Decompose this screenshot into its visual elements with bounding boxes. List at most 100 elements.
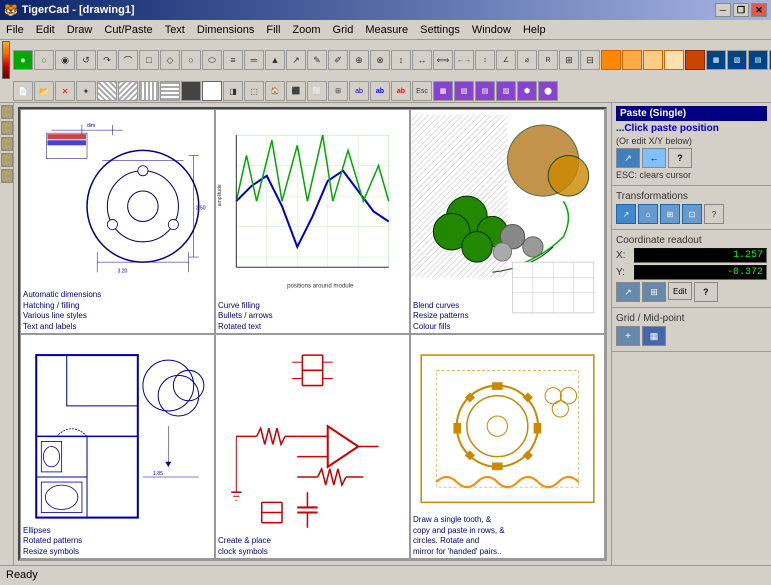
- tb2-sym2[interactable]: ⬛: [286, 81, 306, 101]
- tb2-hatch4[interactable]: [160, 81, 180, 101]
- trans-btn-4[interactable]: ⊡: [682, 204, 702, 224]
- tb-oval[interactable]: ⬭: [202, 50, 222, 70]
- tb-triangle[interactable]: ▲: [265, 50, 285, 70]
- tb2-white[interactable]: [202, 81, 222, 101]
- tb-dots1[interactable]: ▦: [706, 50, 726, 70]
- trans-btn-2[interactable]: ⌂: [638, 204, 658, 224]
- paste-question-btn[interactable]: ?: [668, 148, 692, 168]
- tb2-fill1[interactable]: ◨: [223, 81, 243, 101]
- menu-dimensions[interactable]: Dimensions: [191, 22, 260, 38]
- tb-dim1[interactable]: ←→: [454, 50, 474, 70]
- trans-btn-1[interactable]: ↗: [616, 204, 636, 224]
- tb-circle-outline[interactable]: ○: [34, 50, 54, 70]
- tb2-sym9[interactable]: ▦: [433, 81, 453, 101]
- tb-target[interactable]: ◉: [55, 50, 75, 70]
- strip-btn-2[interactable]: [1, 121, 13, 135]
- tb-dots3[interactable]: ▤: [748, 50, 768, 70]
- coord-btn-2[interactable]: ⊞: [642, 282, 666, 302]
- tb-cross[interactable]: ⊗: [370, 50, 390, 70]
- tb-pattern2[interactable]: [622, 50, 642, 70]
- tb2-symB[interactable]: ▤: [475, 81, 495, 101]
- tb-dim4[interactable]: ⌀: [517, 50, 537, 70]
- coord-edit-btn[interactable]: Edit: [668, 282, 692, 300]
- menu-grid[interactable]: Grid: [327, 22, 360, 38]
- menu-draw[interactable]: Draw: [61, 22, 99, 38]
- menu-text[interactable]: Text: [159, 22, 191, 38]
- tb-rect[interactable]: □: [139, 50, 159, 70]
- menu-settings[interactable]: Settings: [414, 22, 466, 38]
- tb-select[interactable]: ●: [13, 50, 33, 70]
- tb2-sym8[interactable]: Esc: [412, 81, 432, 101]
- tb-dbl-line[interactable]: ═: [244, 50, 264, 70]
- strip-btn-1[interactable]: [1, 105, 13, 119]
- tb2-symE[interactable]: ⬤: [538, 81, 558, 101]
- tb-arrows[interactable]: ⟺: [433, 50, 453, 70]
- menu-file[interactable]: File: [0, 22, 30, 38]
- tb-arrow[interactable]: ↗: [286, 50, 306, 70]
- tb-vert[interactable]: ↕: [391, 50, 411, 70]
- tb-pattern3[interactable]: [643, 50, 663, 70]
- paste-left-btn[interactable]: ←: [642, 148, 666, 168]
- tb-redo[interactable]: ↷: [97, 50, 117, 70]
- tb2-solid[interactable]: [181, 81, 201, 101]
- tb-arc[interactable]: ⌒: [118, 50, 138, 70]
- tb2-cross[interactable]: ✦: [76, 81, 96, 101]
- tb2-save[interactable]: ✕: [55, 81, 75, 101]
- menu-cutpaste[interactable]: Cut/Paste: [98, 22, 158, 38]
- tb-dim5[interactable]: R: [538, 50, 558, 70]
- close-btn[interactable]: ✕: [751, 3, 767, 17]
- menu-bar: File Edit Draw Cut/Paste Text Dimensions…: [0, 20, 771, 40]
- tb2-hatch[interactable]: [97, 81, 117, 101]
- tb-lines[interactable]: ≡: [223, 50, 243, 70]
- tb-grid2[interactable]: ⊟: [580, 50, 600, 70]
- tb2-sym3[interactable]: ⬜: [307, 81, 327, 101]
- tb-horiz[interactable]: ↔: [412, 50, 432, 70]
- minimize-btn[interactable]: ─: [715, 3, 731, 17]
- tb2-new[interactable]: 📄: [13, 81, 33, 101]
- restore-btn[interactable]: ❐: [733, 3, 749, 17]
- strip-btn-5[interactable]: [1, 169, 13, 183]
- canvas-cell-2: positions around module amplitude Curve …: [215, 109, 410, 334]
- menu-window[interactable]: Window: [466, 22, 517, 38]
- grid-btn-1[interactable]: +: [616, 326, 640, 346]
- grid-btn-2[interactable]: ▦: [642, 326, 666, 346]
- tb2-sym4[interactable]: ⊞: [328, 81, 348, 101]
- tb-dots2[interactable]: ▧: [727, 50, 747, 70]
- strip-btn-4[interactable]: [1, 153, 13, 167]
- tb2-sym5[interactable]: ab: [349, 81, 369, 101]
- menu-edit[interactable]: Edit: [30, 22, 61, 38]
- tb-undo[interactable]: ↺: [76, 50, 96, 70]
- coord-btn-1[interactable]: ↗: [616, 282, 640, 302]
- menu-help[interactable]: Help: [517, 22, 552, 38]
- tb-pattern1[interactable]: [601, 50, 621, 70]
- tb-grid1[interactable]: ⊞: [559, 50, 579, 70]
- tb2-sym7[interactable]: ab: [391, 81, 411, 101]
- tb2-symA[interactable]: ▧: [454, 81, 474, 101]
- tb-edit[interactable]: ✐: [328, 50, 348, 70]
- tb2-symC[interactable]: ▨: [496, 81, 516, 101]
- tb-dim3[interactable]: ∠: [496, 50, 516, 70]
- tb-pattern4[interactable]: [664, 50, 684, 70]
- tb-plus[interactable]: ⊕: [349, 50, 369, 70]
- coord-help-btn[interactable]: ?: [694, 282, 718, 302]
- tb2-sym1[interactable]: 🏠: [265, 81, 285, 101]
- trans-btn-3[interactable]: ⊞: [660, 204, 680, 224]
- tb2-symD[interactable]: ⬢: [517, 81, 537, 101]
- tb2-hatch2[interactable]: [118, 81, 138, 101]
- tb-ellipse[interactable]: ○: [181, 50, 201, 70]
- tb-pattern5[interactable]: [685, 50, 705, 70]
- tb-pen[interactable]: ✎: [307, 50, 327, 70]
- tb2-hatch3[interactable]: [139, 81, 159, 101]
- tb2-open[interactable]: 📂: [34, 81, 54, 101]
- menu-zoom[interactable]: Zoom: [286, 22, 326, 38]
- tb-dim2[interactable]: ↕: [475, 50, 495, 70]
- menu-measure[interactable]: Measure: [359, 22, 414, 38]
- menu-fill[interactable]: Fill: [260, 22, 286, 38]
- paste-arrow-btn[interactable]: ↗: [616, 148, 640, 168]
- trans-btn-5[interactable]: ?: [704, 204, 724, 224]
- tb-diamond[interactable]: ◇: [160, 50, 180, 70]
- tb2-sym6[interactable]: ab: [370, 81, 390, 101]
- strip-btn-3[interactable]: [1, 137, 13, 151]
- tb2-fill2[interactable]: ⬚: [244, 81, 264, 101]
- title-bar-buttons[interactable]: ─ ❐ ✕: [715, 3, 767, 17]
